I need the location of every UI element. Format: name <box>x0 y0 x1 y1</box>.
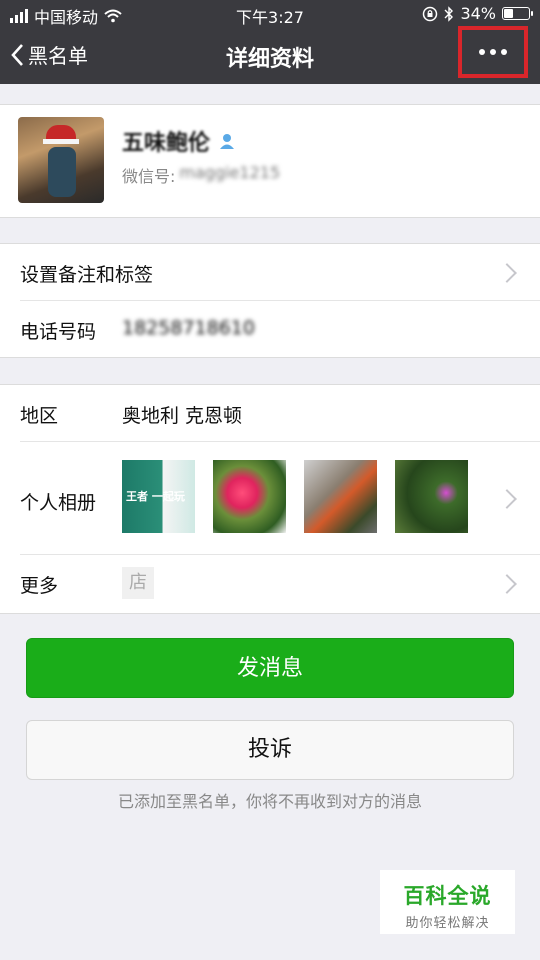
orientation-lock-icon <box>423 6 438 21</box>
more-options-button[interactable] <box>458 26 528 78</box>
chevron-right-icon <box>497 263 517 283</box>
watermark-subtitle: 助你轻松解决 <box>405 916 490 931</box>
region-row: 地区 奥地利 克恩顿 <box>0 385 540 441</box>
battery-fill <box>504 9 513 18</box>
user-icon <box>220 134 235 149</box>
album-row[interactable]: 个人相册 王者 一起玩 <box>0 442 540 554</box>
phone-label: 电话号码 <box>20 321 97 343</box>
blacklist-hint: 已添加至黑名单，你将不再收到对方的消息 <box>117 792 422 811</box>
battery-percent: 34% <box>460 4 496 23</box>
wechat-id-value: maggie1215 <box>179 163 281 182</box>
album-thumbnail-text: 王者 一起玩 <box>126 490 185 503</box>
watermark-title: 百科全说 <box>403 884 492 908</box>
album-thumbnail[interactable]: 王者 一起玩 <box>122 460 195 533</box>
nav-bar: 黑名单 详细资料 <box>0 26 540 84</box>
album-thumbnails: 王者 一起玩 <box>122 460 468 533</box>
phone-value[interactable]: 18258718610 <box>122 317 255 339</box>
info-card: 地区 奥地利 克恩顿 个人相册 王者 一起玩 更多 店 <box>0 384 540 614</box>
wechat-id-row: 微信号: maggie1215 <box>122 163 280 187</box>
battery-icon <box>502 7 533 20</box>
remark-row[interactable]: 设置备注和标签 <box>0 244 540 300</box>
album-thumbnail[interactable] <box>395 460 468 533</box>
shop-icon: 店 <box>122 567 154 599</box>
album-thumbnail[interactable] <box>304 460 377 533</box>
wechat-id-label: 微信号: <box>122 167 176 186</box>
complain-button[interactable]: 投诉 <box>26 720 514 780</box>
watermark-logo: 百科全说 助你轻松解决 <box>380 870 515 934</box>
region-label: 地区 <box>20 405 59 427</box>
profile-card: 五味鲍伦 微信号: maggie1215 <box>0 104 540 218</box>
details-card: 设置备注和标签 电话号码 18258718610 <box>0 243 540 358</box>
more-label: 更多 <box>20 575 59 597</box>
more-row[interactable]: 更多 店 <box>0 555 540 611</box>
avatar[interactable] <box>18 117 104 203</box>
album-thumbnail[interactable] <box>213 460 286 533</box>
bluetooth-icon <box>444 5 454 22</box>
chevron-right-icon <box>497 574 517 594</box>
remark-label: 设置备注和标签 <box>20 264 154 286</box>
send-message-button[interactable]: 发消息 <box>26 638 514 698</box>
name-row: 五味鲍伦 <box>122 125 236 157</box>
region-value: 奥地利 克恩顿 <box>122 405 243 427</box>
phone-row[interactable]: 电话号码 18258718610 <box>0 301 540 357</box>
profile-name: 五味鲍伦 <box>122 131 211 156</box>
album-label: 个人相册 <box>20 492 97 514</box>
status-right: 34% <box>422 4 533 23</box>
chevron-right-icon <box>497 489 517 509</box>
status-bar: 中国移动 下午3:27 34% <box>0 0 540 28</box>
more-dots-icon <box>479 49 485 55</box>
